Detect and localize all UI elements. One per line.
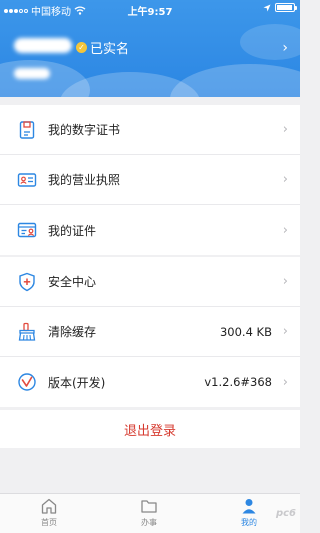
menu-item-label: 安全中心 xyxy=(48,275,97,289)
settings-menu-group: 安全中心 › 清除缓存 300.4 KB › 版本(开发) v1.2.6#368… xyxy=(0,257,300,407)
profile-header: 中国移动 上午9:57 ✓ 已实名 › xyxy=(0,0,300,97)
chevron-right-icon: › xyxy=(282,274,288,289)
bottom-tab-bar: 首页 办事 我的 pc6 xyxy=(0,493,300,533)
broom-icon xyxy=(18,322,36,341)
chevron-right-icon: › xyxy=(282,122,288,137)
verified-label: 已实名 xyxy=(90,42,130,57)
shield-icon xyxy=(19,272,35,292)
tab-home[interactable]: 首页 xyxy=(19,497,79,528)
logout-button[interactable]: 退出登录 xyxy=(0,410,300,448)
menu-item-label: 我的数字证书 xyxy=(48,123,121,137)
blurred-subtitle xyxy=(14,68,50,79)
blurred-username xyxy=(14,38,72,53)
cache-size-value: 300.4 KB xyxy=(219,324,272,339)
watermark: pc6 xyxy=(275,508,296,519)
tab-services[interactable]: 办事 xyxy=(119,497,179,528)
user-profile-row[interactable]: ✓ 已实名 › xyxy=(0,30,300,70)
chevron-right-icon: › xyxy=(282,324,288,339)
business-license-icon xyxy=(17,173,37,187)
id-card-icon xyxy=(17,222,37,238)
chevron-right-icon: › xyxy=(282,222,288,238)
battery-icon xyxy=(275,3,297,12)
menu-item-version[interactable]: 版本(开发) v1.2.6#368 › xyxy=(0,357,300,407)
user-icon xyxy=(242,499,256,514)
tab-label: 首页 xyxy=(41,518,57,527)
chevron-right-icon: › xyxy=(282,40,288,56)
check-icon: ✓ xyxy=(76,42,87,53)
tab-label: 我的 xyxy=(241,518,257,527)
certificates-menu-group: 我的数字证书 › 我的营业执照 › 我的证件 › xyxy=(0,105,300,255)
version-value: v1.2.6#368 xyxy=(204,375,272,389)
folder-icon xyxy=(141,500,157,513)
digital-certificate-icon xyxy=(19,121,35,139)
verified-badge: ✓ 已实名 xyxy=(76,38,129,57)
tab-label: 办事 xyxy=(141,518,157,527)
chevron-right-icon: › xyxy=(282,374,288,390)
menu-item-label: 我的营业执照 xyxy=(48,173,121,187)
menu-item-label: 清除缓存 xyxy=(48,325,97,339)
menu-item-label: 版本(开发) xyxy=(48,375,106,390)
version-icon xyxy=(18,373,36,391)
menu-item-documents[interactable]: 我的证件 › xyxy=(0,205,300,255)
chevron-right-icon: › xyxy=(282,172,288,187)
menu-item-clear-cache[interactable]: 清除缓存 300.4 KB › xyxy=(0,307,300,357)
menu-item-digital-certificate[interactable]: 我的数字证书 › xyxy=(0,105,300,155)
home-icon xyxy=(41,498,57,514)
tab-mine[interactable]: 我的 xyxy=(219,497,279,528)
menu-item-security-center[interactable]: 安全中心 › xyxy=(0,257,300,307)
menu-item-business-license[interactable]: 我的营业执照 › xyxy=(0,155,300,205)
status-time: 上午9:57 xyxy=(127,7,173,18)
menu-item-label: 我的证件 xyxy=(48,223,97,238)
location-arrow-icon xyxy=(263,4,271,11)
status-bar: 中国移动 上午9:57 xyxy=(0,0,300,20)
